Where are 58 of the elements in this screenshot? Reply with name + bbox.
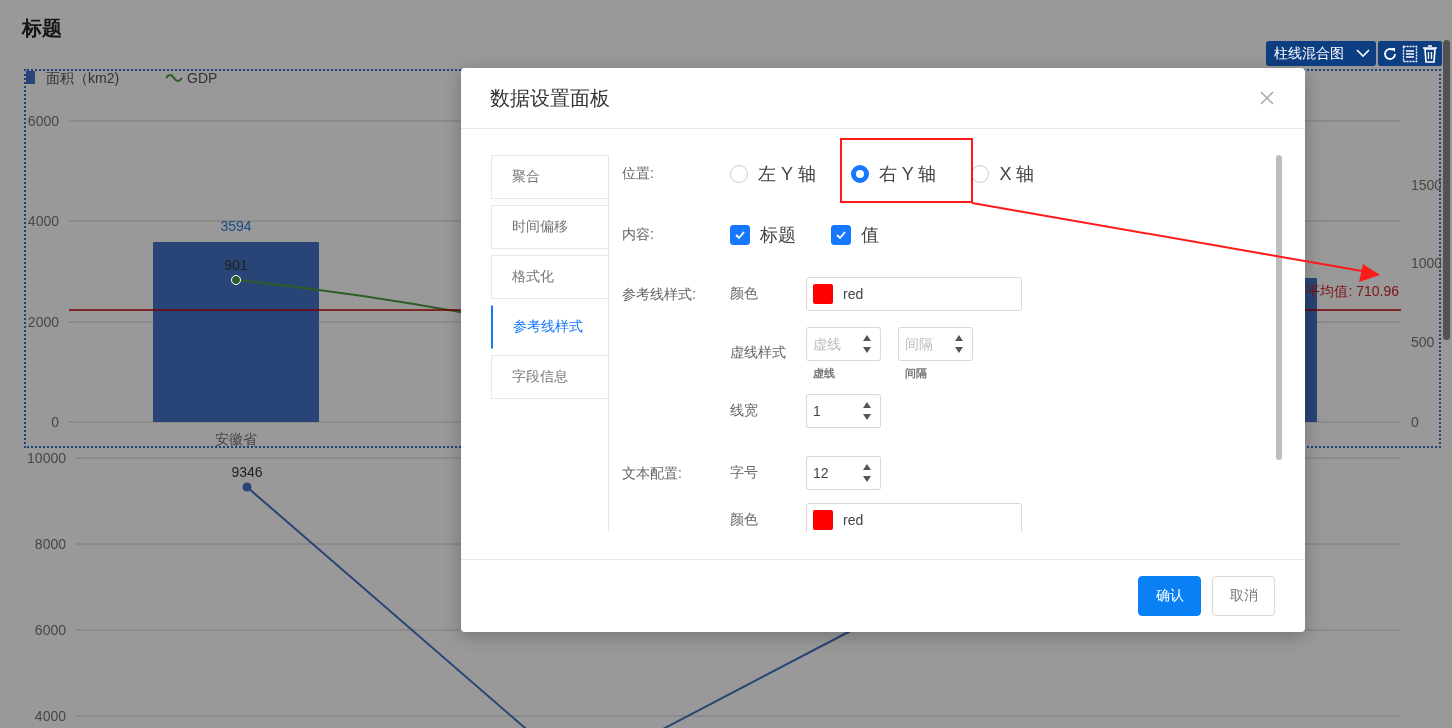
data-point: [242, 482, 252, 492]
side-tab[interactable]: 聚合: [491, 155, 608, 199]
y-axis-label: 0: [1411, 414, 1419, 430]
y-axis-label: 0: [51, 414, 59, 430]
color-field[interactable]: red: [806, 277, 1022, 311]
y-axis-label: 4000: [27, 213, 59, 229]
y-axis-label: 4000: [34, 708, 66, 724]
field-label: 文本配置:: [622, 464, 683, 483]
document-icon[interactable]: [1402, 44, 1418, 63]
side-tab[interactable]: 时间偏移: [491, 205, 608, 249]
data-point: [231, 275, 241, 285]
field-label: 虚线样式: [730, 343, 787, 362]
field-label: 内容:: [622, 226, 655, 244]
checkbox-icon[interactable]: [831, 225, 851, 245]
field-caption: 虚线: [813, 366, 836, 381]
field-label: 线宽: [730, 402, 759, 420]
side-tab[interactable]: 参考线样式: [491, 305, 608, 349]
y-axis-label: 1000: [1411, 255, 1441, 271]
checkbox-option[interactable]: 值: [831, 223, 879, 247]
checkbox-icon[interactable]: [730, 225, 750, 245]
y-axis-label: 500: [1411, 334, 1435, 350]
data-label: 3594: [220, 218, 252, 234]
cancel-button[interactable]: 取消: [1212, 576, 1275, 616]
color-field[interactable]: red: [806, 503, 1022, 532]
field-label: 参考线样式:: [622, 285, 697, 304]
scrollbar[interactable]: [1443, 40, 1450, 340]
data-label: 9346: [231, 464, 263, 480]
y-axis-label: 2000: [27, 314, 59, 330]
side-tab[interactable]: 格式化: [491, 255, 608, 299]
field-label: 颜色: [730, 511, 759, 529]
confirm-button[interactable]: 确认: [1138, 576, 1201, 616]
field-label: 字号: [730, 464, 759, 482]
y-axis-label: 6000: [34, 622, 66, 638]
chart-type-select[interactable]: 柱线混合图: [1266, 41, 1376, 66]
y-axis-label: 10000: [27, 450, 66, 466]
refresh-icon[interactable]: [1382, 45, 1398, 62]
y-axis-label: 6000: [27, 113, 59, 129]
trash-icon[interactable]: [1422, 44, 1438, 63]
radio-icon[interactable]: [850, 165, 869, 183]
field-caption: 间隔: [905, 366, 928, 381]
checkbox-option[interactable]: 标题: [730, 223, 796, 247]
field-label: 颜色: [730, 285, 759, 303]
radio-option[interactable]: 右 Y 轴: [850, 162, 937, 186]
page-title: 标题: [22, 16, 62, 41]
y-axis-label: 1500: [1411, 177, 1441, 193]
field-label: 位置:: [622, 165, 655, 183]
radio-option[interactable]: 左 Y 轴: [730, 162, 816, 186]
legend-label: 面积（km2): [46, 71, 120, 86]
radio-option[interactable]: X 轴: [971, 162, 1035, 186]
caret-icon: [1356, 49, 1370, 58]
legend-label: GDP: [187, 71, 218, 86]
data-label: 901: [224, 257, 248, 273]
y-axis-label: 8000: [34, 536, 66, 552]
dialog-title: 数据设置面板: [490, 85, 610, 111]
close-icon[interactable]: [1259, 90, 1275, 106]
scrollbar[interactable]: [1276, 155, 1282, 460]
side-tab[interactable]: 字段信息: [491, 355, 608, 399]
x-axis-label: 安徽省: [215, 431, 257, 446]
